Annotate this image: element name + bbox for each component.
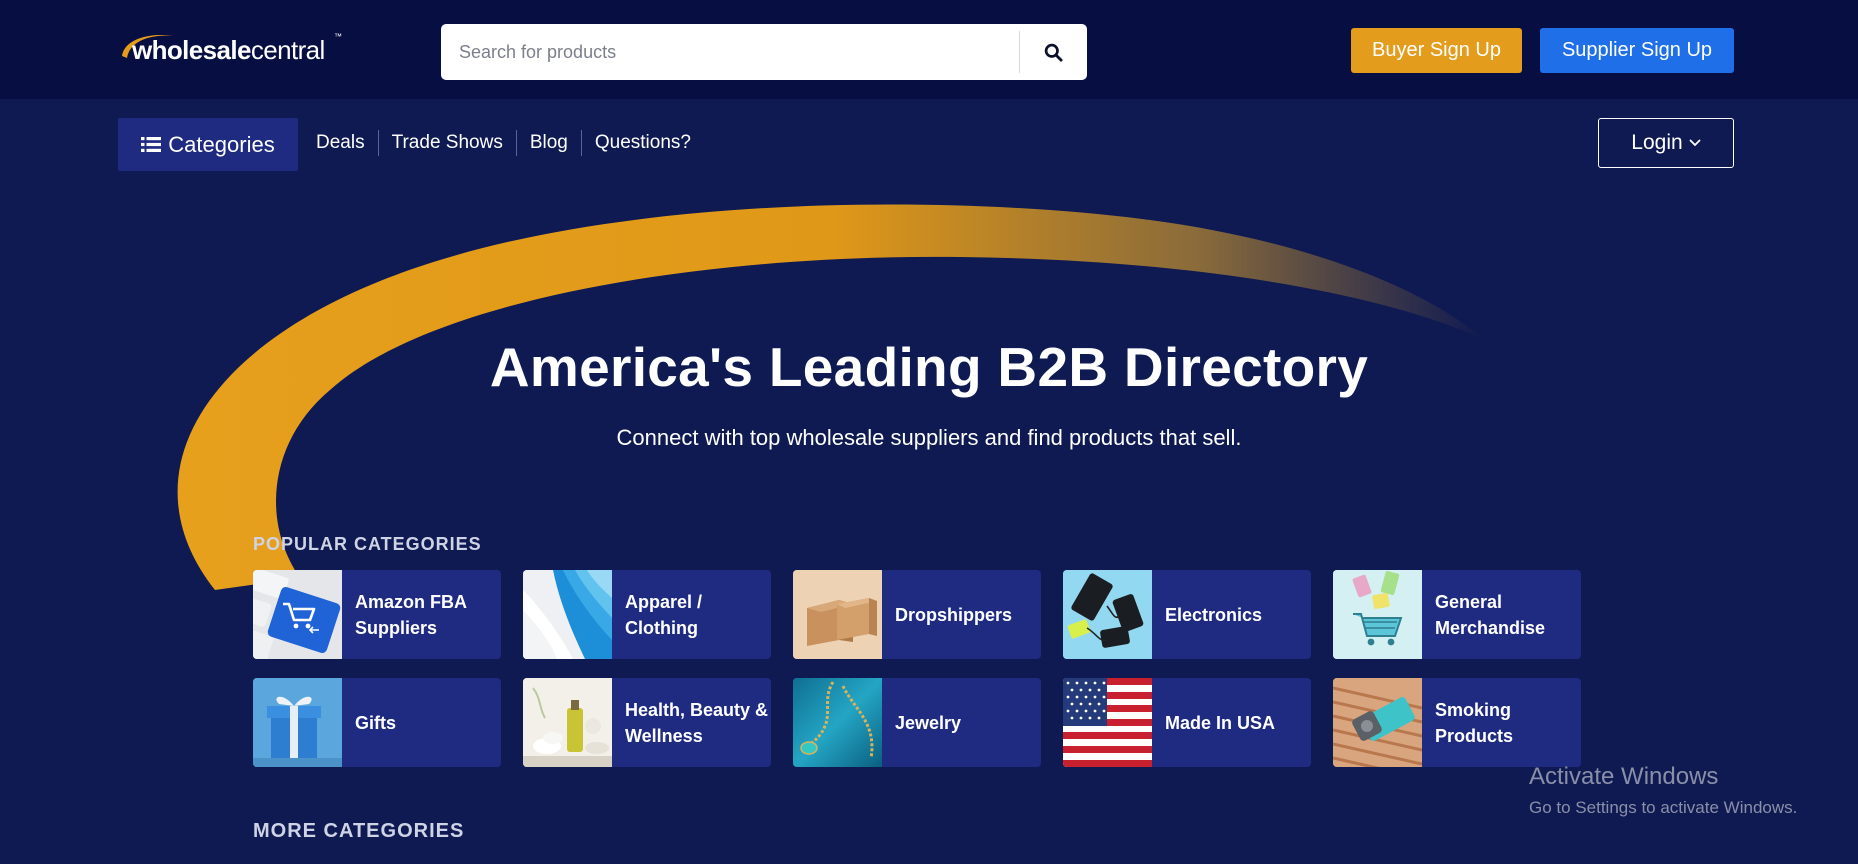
shopping-cart-key-image <box>253 570 342 659</box>
nav-item-questions[interactable]: Questions? <box>580 130 704 156</box>
main-nav: Deals Trade Shows Blog Questions? <box>303 128 704 158</box>
category-card-apparel[interactable]: Apparel / Clothing <box>523 570 771 659</box>
category-label: Dropshippers <box>895 604 1013 625</box>
login-label: Login <box>1631 131 1683 154</box>
categories-label: Categories <box>168 131 275 157</box>
wholesalecentral-logo[interactable]: wholesalecentral ™ <box>118 28 348 68</box>
category-card-dropshippers[interactable]: Dropshippers <box>793 570 1041 659</box>
lighter-image <box>1333 678 1422 767</box>
nav-item-blog[interactable]: Blog <box>515 130 581 156</box>
category-label: Gifts <box>355 712 397 733</box>
necklace-image <box>793 678 882 767</box>
popular-categories-heading: POPULAR CATEGORIES <box>253 534 482 554</box>
logo-text: wholesalecentral <box>132 35 325 66</box>
spa-bottles-image <box>523 678 612 767</box>
search-bar <box>441 24 1087 80</box>
gift-box-image <box>253 678 342 767</box>
category-card-amazon-fba[interactable]: Amazon FBA Suppliers <box>253 570 501 659</box>
nav-item-deals[interactable]: Deals <box>303 130 378 156</box>
category-label: Smoking Products <box>1435 699 1514 746</box>
category-label: Electronics <box>1165 604 1263 625</box>
logo-text-light: central <box>250 35 325 65</box>
category-label: Apparel / Clothing <box>625 591 703 638</box>
search-button[interactable] <box>1020 24 1087 80</box>
login-button[interactable]: Login <box>1598 118 1734 168</box>
category-card-jewelry[interactable]: Jewelry <box>793 678 1041 767</box>
category-card-general-merchandise[interactable]: General Merchandise <box>1333 570 1581 659</box>
hero-subtitle: Connect with top wholesale suppliers and… <box>616 425 1242 450</box>
category-label: Health, Beauty & Wellness <box>625 699 769 746</box>
buyer-sign-up-button[interactable]: Buyer Sign Up <box>1351 28 1522 73</box>
category-label: General Merchandise <box>1435 591 1546 638</box>
search-icon <box>1044 43 1063 62</box>
shopping-cart-image <box>1333 570 1422 659</box>
supplier-sign-up-button[interactable]: Supplier Sign Up <box>1540 28 1734 73</box>
category-card-made-in-usa[interactable]: Made In USA <box>1063 678 1311 767</box>
category-card-gifts[interactable]: Gifts <box>253 678 501 767</box>
top-header: wholesalecentral ™ Buyer Sign Up Supplie… <box>0 0 1858 99</box>
categories-button[interactable]: Categories <box>118 118 298 171</box>
search-input[interactable] <box>441 24 1018 80</box>
category-label: Made In USA <box>1165 712 1276 733</box>
us-flag-image <box>1063 678 1152 767</box>
folded-shirts-image <box>523 570 612 659</box>
list-icon <box>141 137 162 152</box>
hero-title: America's Leading B2B Directory <box>489 336 1369 398</box>
cardboard-boxes-image <box>793 570 882 659</box>
popular-categories-grid: Amazon FBA Suppliers Apparel / Clothing <box>253 570 1581 768</box>
category-label: Jewelry <box>895 712 962 733</box>
category-label: Amazon FBA Suppliers <box>355 591 467 638</box>
activate-windows-title: Activate Windows <box>1529 763 1719 790</box>
activate-windows-subtitle: Go to Settings to activate Windows. <box>1529 798 1798 817</box>
nav-item-trade-shows[interactable]: Trade Shows <box>377 130 516 156</box>
category-card-health-beauty[interactable]: Health, Beauty & Wellness <box>523 678 771 767</box>
more-categories-heading: MORE CATEGORIES <box>253 820 465 842</box>
category-card-electronics[interactable]: Electronics <box>1063 570 1311 659</box>
power-banks-image <box>1063 570 1152 659</box>
logo-trademark: ™ <box>334 32 342 41</box>
category-card-smoking-products[interactable]: Smoking Products <box>1333 678 1581 767</box>
chevron-down-icon <box>1689 139 1701 147</box>
logo-text-bold: wholesale <box>132 35 251 65</box>
